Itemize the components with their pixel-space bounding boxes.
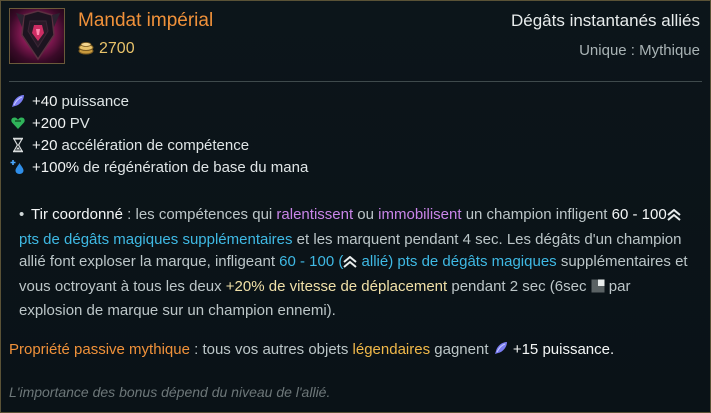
item-rarity: Unique : Mythique bbox=[579, 42, 700, 59]
gold-coins-icon bbox=[78, 41, 94, 60]
item-category: Dégâts instantanés alliés bbox=[510, 11, 700, 30]
desc-text: : les compétences qui bbox=[123, 206, 277, 223]
legendary-keyword: légendaires bbox=[352, 341, 431, 358]
magic-damage-text: allié) pts de dégâts magiques bbox=[357, 253, 557, 270]
stat-label: de régénération de base du mana bbox=[83, 158, 309, 176]
ability-power-icon bbox=[10, 93, 26, 109]
item-price: 2700 bbox=[78, 40, 135, 60]
mana-regen-icon bbox=[10, 159, 26, 175]
keyword-slow: ralentissent bbox=[276, 206, 354, 223]
level-scaling-icon bbox=[343, 253, 358, 276]
stat-health: +200 PV bbox=[10, 112, 308, 134]
hourglass-icon bbox=[10, 137, 26, 153]
stats-list: +40 puissance +200 PV +20 accélération d… bbox=[10, 90, 308, 178]
stat-label: accélération de compétence bbox=[61, 136, 250, 154]
passive-text: : tous vos autres objets bbox=[189, 341, 353, 358]
damage-range: 60 - 100 ( bbox=[279, 253, 344, 270]
keyword-immobilize: immobilisent bbox=[378, 206, 462, 223]
health-heart-icon bbox=[10, 115, 26, 131]
passive-description: • Tir coordonné : les compétences qui ral… bbox=[19, 204, 691, 323]
cooldown-icon bbox=[591, 278, 605, 301]
scaling-note: L'importance des bonus dépend du niveau … bbox=[9, 384, 331, 400]
ability-power-icon bbox=[493, 340, 509, 360]
desc-text: ou bbox=[353, 206, 379, 223]
stat-mana-regen: +100% de régénération de base du mana bbox=[10, 156, 308, 178]
item-tooltip: Mandat impérial 2700 Dégâts instantanés … bbox=[0, 0, 711, 413]
bullet: • bbox=[19, 206, 25, 223]
passive-text: gagnent bbox=[430, 341, 493, 358]
stat-value: +200 bbox=[32, 114, 66, 132]
stat-label: PV bbox=[69, 114, 90, 132]
mythic-passive-label: Propriété passive mythique bbox=[9, 341, 190, 358]
imperial-mandate-item-icon bbox=[9, 8, 65, 64]
mythic-passive: Propriété passive mythique : tous vos au… bbox=[9, 340, 614, 360]
damage-range: 60 - 100 bbox=[611, 206, 667, 223]
magic-damage-text: pts de dégâts magiques supplémentaires bbox=[19, 230, 293, 248]
item-name: Mandat impérial bbox=[78, 10, 214, 31]
desc-text: pendant 2 sec (6sec bbox=[447, 277, 591, 295]
mythic-bonus-value: +15 puissance. bbox=[512, 341, 615, 358]
level-scaling-icon bbox=[667, 206, 681, 229]
tooltip-header: Mandat impérial 2700 Dégâts instantanés … bbox=[1, 1, 710, 79]
stat-ability-haste: +20 accélération de compétence bbox=[10, 134, 308, 156]
price-value: 2700 bbox=[99, 40, 135, 57]
stat-value: +20 bbox=[32, 136, 58, 154]
stat-ability-power: +40 puissance bbox=[10, 90, 308, 112]
stat-label: puissance bbox=[61, 92, 129, 110]
movement-speed-bonus: +20% de vitesse de déplacement bbox=[225, 277, 448, 295]
stat-value: +100% bbox=[32, 158, 80, 176]
stat-value: +40 bbox=[32, 92, 58, 110]
header-divider bbox=[9, 81, 702, 82]
desc-text: un champion infligent bbox=[461, 206, 612, 223]
passive-name: Tir coordonné bbox=[31, 206, 123, 223]
